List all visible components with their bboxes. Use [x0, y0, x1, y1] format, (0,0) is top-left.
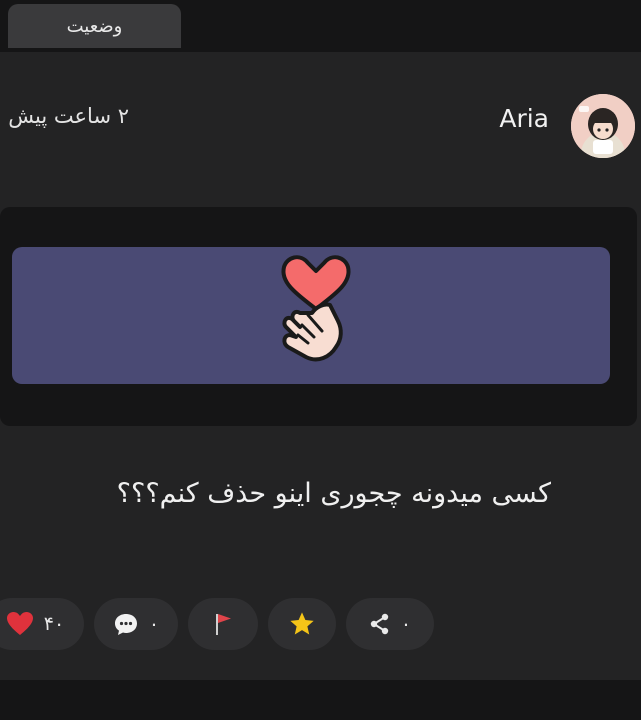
comment-count: ۰ [148, 613, 160, 635]
share-count: ۰ [400, 613, 412, 635]
star-button[interactable] [268, 598, 336, 650]
top-bar: وضعیت [0, 0, 641, 52]
heart-icon [6, 612, 33, 635]
post-image[interactable] [12, 247, 610, 384]
finger-heart-icon [281, 255, 351, 362]
like-count: ۴۰ [43, 613, 65, 635]
avatar[interactable] [571, 94, 635, 158]
like-button[interactable]: ۴۰ [0, 598, 84, 650]
comment-bubble-icon [114, 614, 137, 635]
bottom-strip [0, 680, 641, 720]
share-button[interactable]: ۰ [346, 598, 434, 650]
tab-status[interactable]: وضعیت [8, 4, 181, 48]
star-icon [290, 612, 314, 635]
post-author[interactable]: Aria [499, 104, 549, 133]
post-timestamp: ۲ ساعت پیش [8, 104, 129, 128]
avatar-image [571, 94, 635, 158]
report-button[interactable] [188, 598, 258, 650]
comment-button[interactable]: ۰ [94, 598, 178, 650]
share-icon [370, 613, 389, 635]
post-image-container [0, 207, 637, 426]
post-text: کسی میدونه چجوری اینو حذف کنم؟؟؟ [116, 478, 551, 509]
app-screen: وضعیت Aria ۲ ساعت پیش کسی میدونه چجوری ا… [0, 0, 641, 720]
flag-icon [216, 614, 231, 635]
tab-status-label: وضعیت [66, 15, 123, 37]
